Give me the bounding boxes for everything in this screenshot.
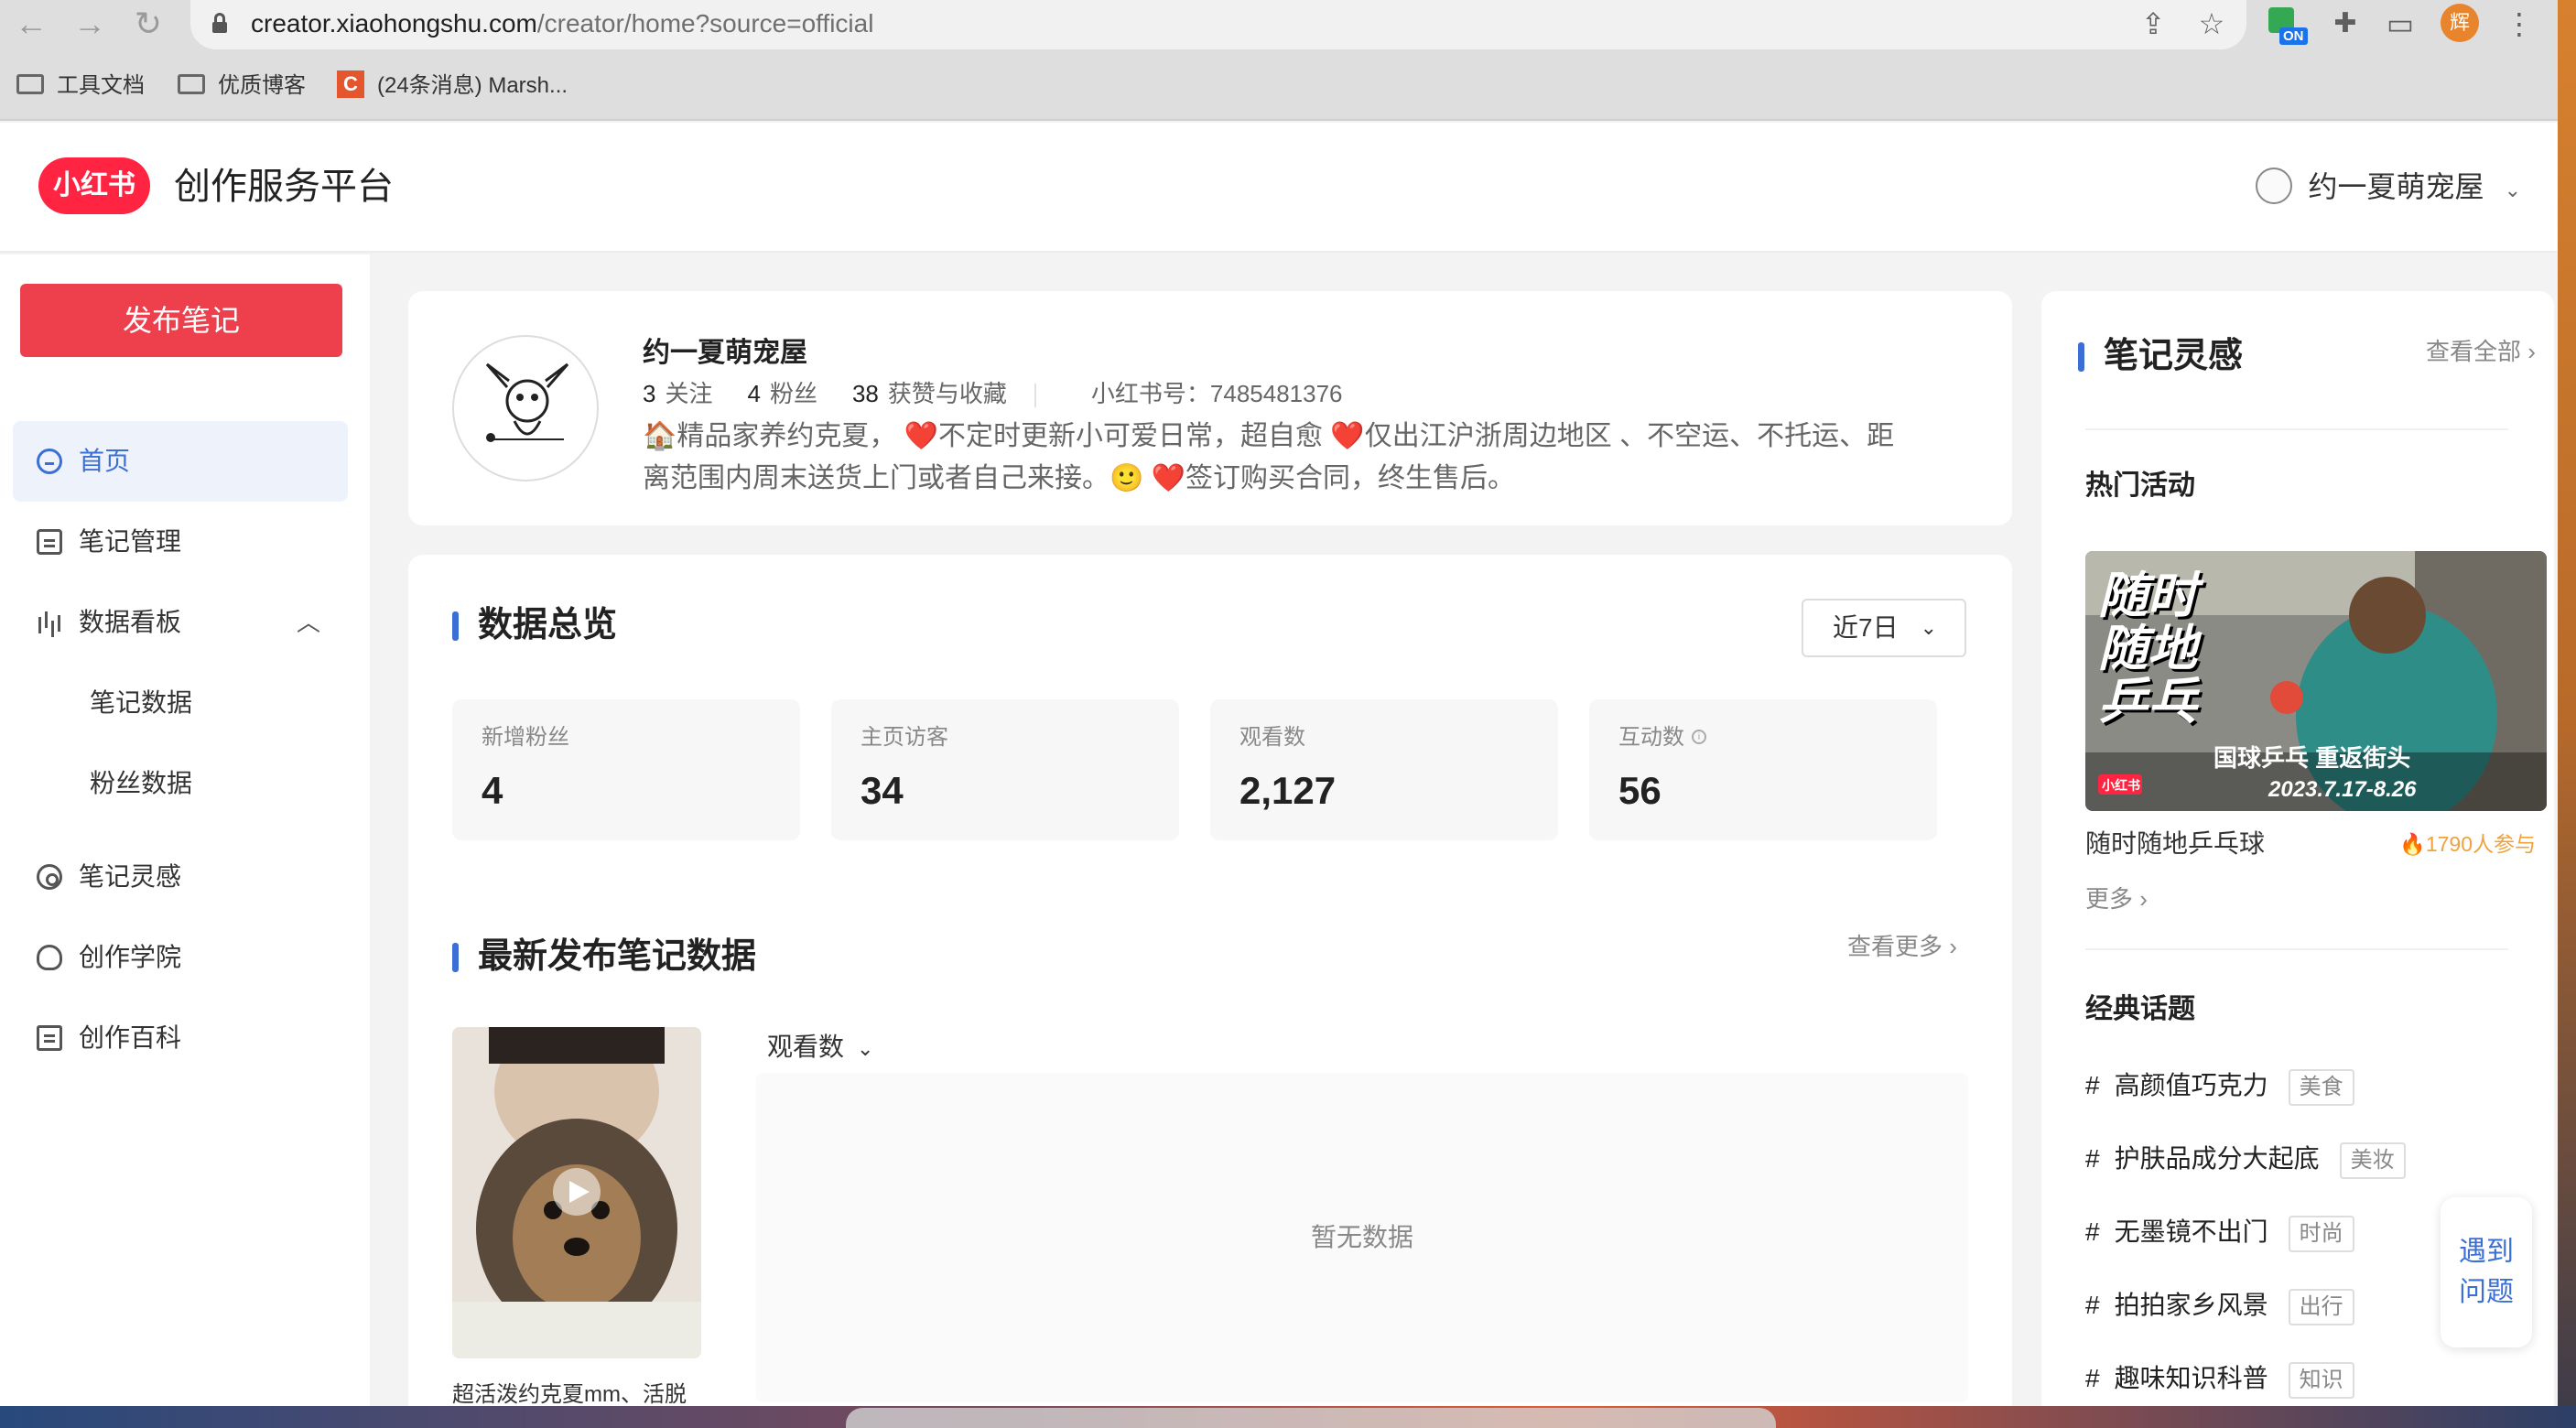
note-thumbnail[interactable] xyxy=(452,1027,701,1358)
extensions-puzzle-icon[interactable]: ✚ xyxy=(2327,5,2364,42)
chevron-down-icon: ⌄ xyxy=(857,1037,874,1060)
academy-icon xyxy=(37,945,62,970)
view-all-link[interactable]: 查看全部 › xyxy=(2426,335,2536,368)
banner-slogan: 国球乒乓 重返街头 xyxy=(2213,744,2411,772)
publish-note-button[interactable]: 发布笔记 xyxy=(20,284,342,357)
reload-icon[interactable]: ↻ xyxy=(130,5,167,42)
divider xyxy=(2085,948,2508,950)
divider xyxy=(2085,428,2508,430)
profile-avatar-image xyxy=(452,335,599,481)
activity-name[interactable]: 随时随地乒乓球 xyxy=(2085,826,2265,862)
sidebar-item-dashboard[interactable]: 数据看板 ︿ xyxy=(13,582,348,663)
sidebar-item-note-manage[interactable]: 笔记管理 xyxy=(13,502,348,582)
activity-banner[interactable]: 随时 随地 乒乓 国球乒乓 重返街头 2023.7.17-8.26 小红书 xyxy=(2085,551,2547,811)
dock xyxy=(846,1408,1776,1428)
folder-icon xyxy=(178,73,205,94)
banner-date: 2023.7.17-8.26 xyxy=(2268,777,2417,802)
menu-dots-icon[interactable]: ⋮ xyxy=(2501,5,2538,42)
chevron-up-icon: ︿ xyxy=(296,609,320,636)
side-panel-icon[interactable]: ▭ xyxy=(2382,5,2419,42)
activity-participants: 🔥1790人参与 xyxy=(2399,832,2536,856)
xiaohongshu-logo[interactable]: 小红书 xyxy=(38,157,150,214)
encyclopedia-icon xyxy=(37,1025,62,1051)
topic-tag: 知识 xyxy=(2288,1362,2354,1399)
metric-views: 观看数 2,127 xyxy=(1210,699,1558,840)
bar-chart-icon xyxy=(37,610,62,635)
forward-icon[interactable]: → xyxy=(71,5,108,42)
see-more-link[interactable]: 查看更多 › xyxy=(1847,930,1957,963)
banner-logo: 小红书 xyxy=(2102,778,2140,793)
profile-card: 约一夏萌宠屋 3 关注 4 粉丝 38 获赞与收藏 小红书号：7485481376 🏠精品家… xyxy=(408,291,2012,525)
topic-tag: 美妆 xyxy=(2339,1142,2406,1179)
red-id: 小红书号：7485481376 xyxy=(1090,380,1343,407)
user-avatar xyxy=(2255,167,2292,204)
lock-icon[interactable] xyxy=(212,13,227,33)
sidebar-item-academy[interactable]: 创作学院 xyxy=(13,917,348,998)
sidebar-item-note-data[interactable]: 笔记数据 xyxy=(13,663,348,743)
hashtag-icon: # xyxy=(2085,1217,2100,1246)
period-select[interactable]: 近7日 ⌄ xyxy=(1802,599,1966,657)
profile-stats: 3 关注 4 粉丝 38 获赞与收藏 小红书号：7485481376 xyxy=(643,380,1343,408)
profile-avatar[interactable]: 辉 xyxy=(2441,4,2479,42)
topic-tag: 时尚 xyxy=(2288,1216,2354,1252)
inspiration-icon xyxy=(37,864,62,890)
inspiration-title: 笔记灵感 xyxy=(2078,333,2243,379)
hashtag-icon: # xyxy=(2085,1071,2100,1099)
note-manage-icon xyxy=(37,529,62,555)
url-text[interactable]: creator.xiaohongshu.com/creator/home?sou… xyxy=(251,7,873,40)
extension-on-icon[interactable]: ON xyxy=(2268,5,2309,46)
help-button[interactable]: 遇到 问题 xyxy=(2441,1197,2532,1347)
topic-item[interactable]: # 护肤品成分大起底 美妆 xyxy=(2085,1139,2406,1179)
home-icon xyxy=(37,449,62,474)
bookmark-quality-blogs[interactable]: 优质博客 xyxy=(178,64,306,108)
hashtag-icon: # xyxy=(2085,1291,2100,1319)
topic-tag: 美食 xyxy=(2288,1069,2354,1106)
metric-select[interactable]: 观看数 ⌄ xyxy=(767,1029,873,1067)
bookmark-star-icon[interactable]: ☆ xyxy=(2193,5,2230,42)
chevron-down-icon: ⌄ xyxy=(1920,616,1937,639)
hashtag-icon: # xyxy=(2085,1144,2100,1173)
chevron-down-icon: ⌄ xyxy=(2504,178,2521,201)
sidebar-item-home[interactable]: 首页 xyxy=(13,421,348,502)
metric-new-fans: 新增粉丝 4 xyxy=(452,699,800,840)
profile-name: 约一夏萌宠屋 xyxy=(643,338,807,368)
empty-state: 暂无数据 xyxy=(756,1073,1968,1402)
hashtag-icon: # xyxy=(2085,1364,2100,1392)
platform-title: 创作服务平台 xyxy=(174,167,394,207)
topic-item[interactable]: # 拍拍家乡风景 出行 xyxy=(2085,1285,2354,1325)
folder-icon xyxy=(16,73,44,94)
more-activities-link[interactable]: 更多 › xyxy=(2085,882,2148,915)
topic-item[interactable]: # 高颜值巧克力 美食 xyxy=(2085,1066,2354,1106)
sidebar: 发布笔记 首页 笔记管理 数据看板 ︿ 笔记数据 粉丝数据 笔记灵感 创作学院 … xyxy=(0,254,370,1406)
browser-chrome: ← → ↻ creator.xiaohongshu.com/creator/ho… xyxy=(0,0,2576,121)
app-header: 小红书 创作服务平台 约一夏萌宠屋 ⌄ xyxy=(0,123,2558,253)
back-icon[interactable]: ← xyxy=(13,5,49,42)
topic-tag: 出行 xyxy=(2288,1289,2354,1325)
classic-topics-title: 经典话题 xyxy=(2085,994,2195,1024)
info-icon[interactable]: i xyxy=(1692,729,1706,744)
data-card: 数据总览 近7日 ⌄ 新增粉丝 4 主页访客 34 观看数 2,127 互动数 i 56 最… xyxy=(408,555,2012,1428)
csdn-icon: C xyxy=(337,70,364,98)
sidebar-item-encyclopedia[interactable]: 创作百科 xyxy=(13,998,348,1078)
profile-bio: 🏠精品家养约克夏， ❤️不定时更新小可爱日常，超自愈 ❤️仅出江沪浙周边地区 、… xyxy=(643,421,1895,493)
metric-visitors: 主页访客 34 xyxy=(831,699,1179,840)
overview-title: 数据总览 xyxy=(452,602,617,648)
topic-item[interactable]: # 无墨镜不出门 时尚 xyxy=(2085,1212,2354,1252)
hot-activities-title: 热门活动 xyxy=(2085,471,2195,501)
sidebar-item-fans-data[interactable]: 粉丝数据 xyxy=(13,743,348,824)
bookmark-csdn[interactable]: C (24条消息) Marsh... xyxy=(337,64,568,108)
latest-notes-title: 最新发布笔记数据 xyxy=(452,934,756,979)
dog-sketch-icon xyxy=(485,362,569,442)
bookmark-tools-docs[interactable]: 工具文档 xyxy=(16,64,145,108)
puppy-photo-icon xyxy=(452,1027,701,1358)
topic-item[interactable]: # 趣味知识科普 知识 xyxy=(2085,1358,2354,1399)
sidebar-item-inspiration[interactable]: 笔记灵感 xyxy=(13,837,348,917)
user-menu[interactable]: 约一夏萌宠屋 ⌄ xyxy=(2255,163,2521,211)
desktop-edge xyxy=(2558,0,2576,1428)
metric-interactions: 互动数 i 56 xyxy=(1589,699,1937,840)
banner-headline: 随时 随地 乒乓 xyxy=(2098,568,2197,730)
share-icon[interactable]: ⇪ xyxy=(2135,5,2171,42)
